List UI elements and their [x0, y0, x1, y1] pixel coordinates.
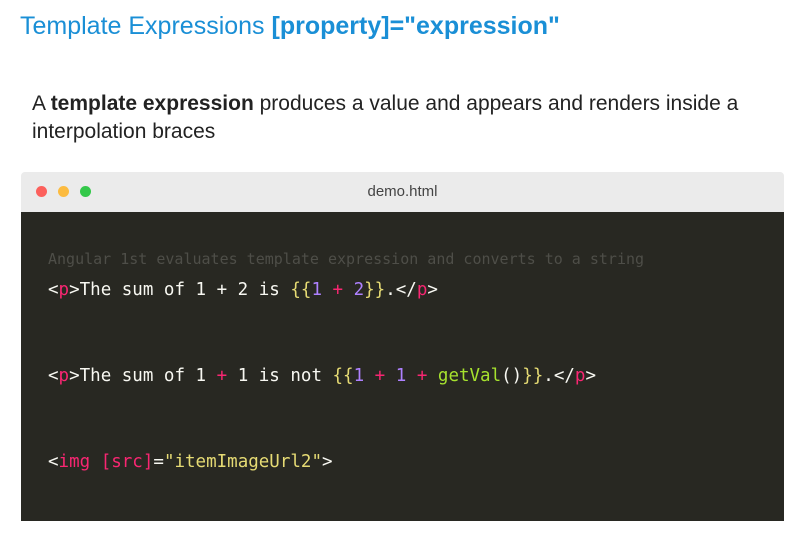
- gt: >: [321, 452, 333, 472]
- number: 1: [311, 280, 322, 300]
- number: 1: [353, 366, 365, 386]
- tag-name: p: [58, 280, 70, 300]
- code-panel: Angular 1st evaluates template expressio…: [21, 212, 784, 521]
- text: >The sum of 1 + 2 is: [69, 280, 291, 300]
- lt: <: [48, 280, 59, 300]
- page-title: Template Expressions [property]="express…: [20, 12, 560, 41]
- code-line-3: <img [src]="itemImageUrl2">: [48, 452, 333, 472]
- lt: <: [48, 452, 59, 472]
- number: 2: [353, 280, 365, 300]
- operator: +: [406, 366, 438, 386]
- open-braces: {{: [290, 280, 312, 300]
- gt: >: [427, 280, 438, 300]
- text: >The sum of 1: [69, 366, 217, 386]
- code-comment: Angular 1st evaluates template expressio…: [48, 250, 645, 268]
- window-titlebar: demo.html: [21, 172, 784, 212]
- close-braces: }}: [364, 280, 386, 300]
- code-line-2: <p>The sum of 1 + 1 is not {{1 + 1 + get…: [48, 366, 596, 386]
- tag-name: p: [58, 366, 70, 386]
- number: 1: [395, 366, 407, 386]
- attribute-binding: [src]: [100, 452, 154, 472]
- gt: >: [585, 366, 596, 386]
- title-prefix: Template Expressions: [20, 12, 272, 40]
- window-filename: demo.html: [367, 183, 438, 200]
- lt: <: [48, 366, 59, 386]
- function-name: getVal: [437, 366, 502, 386]
- intro-paragraph: A template expression produces a value a…: [32, 90, 782, 146]
- text: .</: [543, 366, 575, 386]
- tag-name: img: [58, 452, 91, 472]
- string-value: "itemImageUrl2": [163, 452, 322, 472]
- intro-lead: A: [32, 92, 51, 115]
- tag-name: p: [416, 280, 428, 300]
- code-window: demo.html Angular 1st evaluates template…: [21, 172, 784, 521]
- close-braces: }}: [522, 366, 544, 386]
- equals: =: [153, 452, 164, 472]
- title-emphasis: [property]="expression": [271, 12, 560, 40]
- intro-bold-term: template expression: [50, 92, 254, 115]
- operator: +: [321, 280, 354, 300]
- operator: +: [216, 366, 228, 386]
- parens: (): [501, 366, 523, 386]
- code-line-1: <p>The sum of 1 + 2 is {{1 + 2}}.</p>: [48, 280, 438, 300]
- text: 1 is not: [227, 366, 333, 386]
- open-braces: {{: [332, 366, 354, 386]
- text: .</: [385, 280, 417, 300]
- tag-name: p: [574, 366, 586, 386]
- operator: +: [364, 366, 396, 386]
